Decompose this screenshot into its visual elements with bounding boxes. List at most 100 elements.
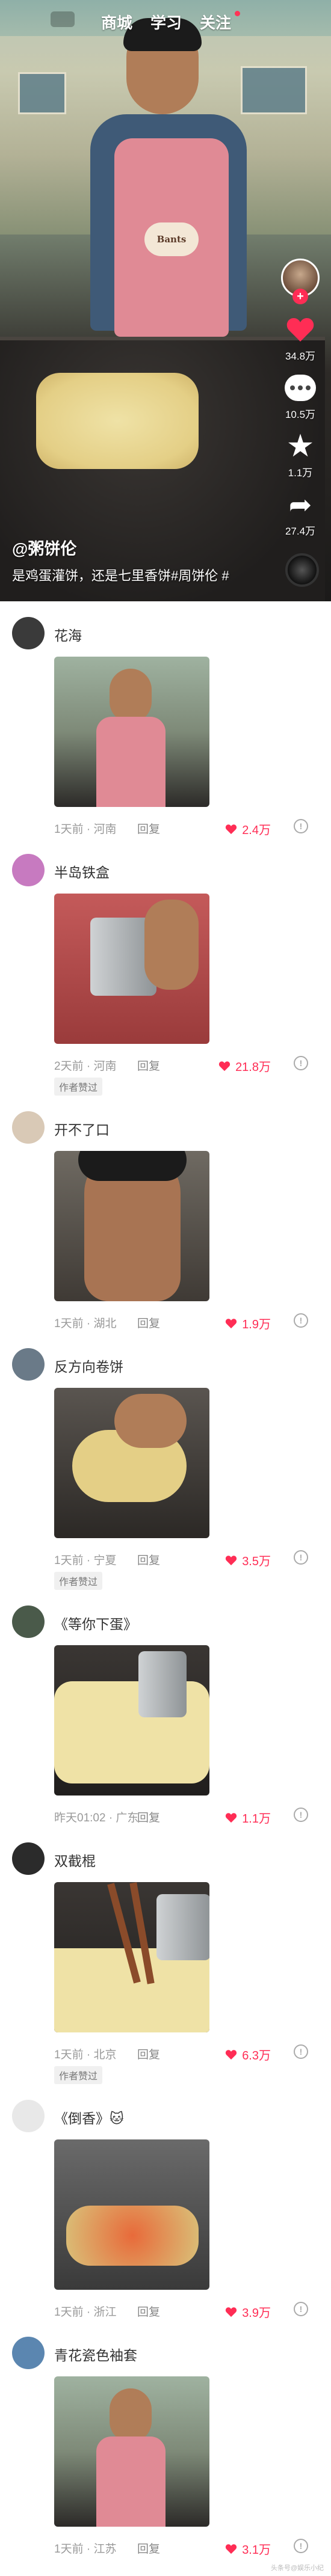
like-action[interactable]: 34.8万 — [274, 313, 326, 363]
commenter-name[interactable]: 花海 — [54, 624, 319, 645]
dislike-icon[interactable]: ! — [294, 819, 308, 833]
heart-icon[interactable] — [286, 316, 315, 343]
comment-like-button[interactable]: 1.9万 — [225, 1314, 271, 1332]
commenter-avatar[interactable] — [12, 1605, 45, 1638]
top-navigation: 商城 学习 关注 — [0, 7, 331, 33]
follow-plus-icon[interactable]: + — [292, 289, 308, 304]
comment-item[interactable]: 反方向卷饼 1天前 · 宁夏 回复 3.5万! 作者赞过 — [0, 1339, 331, 1596]
comment-meta: 1天前 · 湖北 回复 1.9万! — [54, 1308, 319, 1332]
comment-like-button[interactable]: 3.1万 — [225, 2540, 271, 2557]
heart-icon[interactable] — [225, 2544, 237, 2554]
comment-time-location: 1天前 · 江苏 — [54, 2543, 117, 2556]
comment-time-location: 昨天01:02 · 广东 — [54, 1812, 139, 1824]
share-action[interactable]: ➦ 27.4万 — [274, 488, 326, 538]
heart-icon[interactable] — [225, 2049, 237, 2060]
tab-mall[interactable]: 商城 — [101, 11, 132, 33]
comment-image[interactable] — [54, 894, 209, 1044]
comment-item[interactable]: 开不了口 1天前 · 湖北 回复 1.9万! — [0, 1102, 331, 1339]
comment-like-button[interactable]: 21.8万 — [218, 1057, 271, 1075]
reply-button[interactable]: 回复 — [137, 2303, 160, 2319]
reply-button[interactable]: 回复 — [137, 1314, 160, 1331]
heart-icon[interactable] — [225, 1555, 237, 1566]
commenter-name[interactable]: 反方向卷饼 — [54, 1355, 319, 1376]
star-icon[interactable]: ★ — [286, 431, 315, 462]
dislike-icon[interactable]: ! — [294, 2302, 308, 2316]
heart-icon[interactable] — [218, 1061, 230, 1072]
comment-image[interactable] — [54, 1882, 209, 2032]
commenter-avatar[interactable] — [12, 2100, 45, 2132]
video-description[interactable]: 是鸡蛋灌饼，还是七里香饼#周饼伦 # — [12, 565, 265, 584]
comment-action[interactable]: 10.5万 — [274, 371, 326, 421]
comment-like-count: 3.9万 — [242, 2307, 271, 2320]
heart-icon[interactable] — [225, 1812, 237, 1823]
like-count: 34.8万 — [285, 351, 316, 362]
comment-item[interactable]: 花海 1天前 · 河南 回复 2.4万! — [0, 607, 331, 844]
comment-icon[interactable] — [285, 375, 316, 401]
comment-item[interactable]: 双截棍 1天前 · 北京 回复 6.3万! 作者赞过 — [0, 1833, 331, 2090]
dislike-icon[interactable]: ! — [294, 1808, 308, 1822]
comment-like-count: 6.3万 — [242, 2049, 271, 2062]
reply-button[interactable]: 回复 — [137, 1057, 160, 1073]
commenter-avatar[interactable] — [12, 617, 45, 649]
reply-button[interactable]: 回复 — [137, 2046, 160, 2062]
share-count: 27.4万 — [285, 526, 316, 537]
background-window — [241, 66, 307, 114]
commenter-name[interactable]: 《倒香》🐱 — [54, 2107, 319, 2127]
reply-button[interactable]: 回复 — [137, 2540, 160, 2556]
comment-item[interactable]: 半岛铁盒 2天前 · 河南 回复 21.8万! 作者赞过 — [0, 844, 331, 1102]
comment-meta: 1天前 · 宁夏 回复 3.5万! — [54, 1545, 319, 1569]
comment-meta: 1天前 · 河南 回复 2.4万! — [54, 814, 319, 838]
commenter-avatar[interactable] — [12, 2337, 45, 2369]
comment-like-button[interactable]: 6.3万 — [225, 2046, 271, 2063]
dislike-icon[interactable]: ! — [294, 1550, 308, 1565]
search-icon[interactable] — [51, 11, 75, 27]
dislike-icon[interactable]: ! — [294, 1056, 308, 1070]
comment-time-location: 1天前 · 宁夏 — [54, 1554, 117, 1567]
heart-icon[interactable] — [225, 824, 237, 835]
comment-image[interactable] — [54, 2376, 209, 2527]
heart-icon[interactable] — [225, 1318, 237, 1329]
comment-image[interactable] — [54, 1151, 209, 1301]
dislike-icon[interactable]: ! — [294, 2044, 308, 2059]
comment-image[interactable] — [54, 1645, 209, 1796]
commenter-avatar[interactable] — [12, 854, 45, 886]
comment-item[interactable]: 《等你下蛋》昨天01:02 · 广东 回复 1.1万! — [0, 1596, 331, 1833]
reply-button[interactable]: 回复 — [137, 1809, 160, 1825]
favorite-action[interactable]: ★ 1.1万 — [274, 429, 326, 479]
reply-button[interactable]: 回复 — [137, 1551, 160, 1568]
tab-follow[interactable]: 关注 — [200, 11, 231, 33]
comment-like-count: 3.1万 — [242, 2544, 271, 2557]
comment-item[interactable]: 《倒香》🐱 1天前 · 浙江 回复 3.9万! — [0, 2090, 331, 2327]
commenter-name[interactable]: 半岛铁盒 — [54, 861, 319, 882]
comment-like-count: 21.8万 — [235, 1061, 271, 1074]
dislike-icon[interactable]: ! — [294, 1313, 308, 1328]
commenter-name[interactable]: 《等你下蛋》 — [54, 1613, 319, 1633]
comment-like-button[interactable]: 1.1万 — [225, 1809, 271, 1826]
comment-image[interactable] — [54, 2139, 209, 2290]
commenter-avatar[interactable] — [12, 1111, 45, 1144]
dislike-icon[interactable]: ! — [294, 2539, 308, 2553]
commenter-name[interactable]: 青花瓷色袖套 — [54, 2344, 319, 2364]
comment-like-button[interactable]: 3.5万 — [225, 1551, 271, 1569]
comment-meta: 1天前 · 北京 回复 6.3万! — [54, 2040, 319, 2064]
author-liked-badge: 作者赞过 — [54, 1572, 103, 1590]
commenter-avatar[interactable] — [12, 1348, 45, 1381]
comment-like-button[interactable]: 3.9万 — [225, 2303, 271, 2320]
comment-like-button[interactable]: 2.4万 — [225, 820, 271, 838]
video-player[interactable]: Bants 商城 学习 关注 + 34.8万 10.5万 ★ 1.1万 ➦ 27… — [0, 0, 331, 601]
comment-like-count: 3.5万 — [242, 1555, 271, 1568]
commenter-name[interactable]: 开不了口 — [54, 1118, 319, 1139]
comment-time-location: 1天前 · 北京 — [54, 2049, 117, 2061]
tab-study[interactable]: 学习 — [150, 11, 182, 33]
share-icon[interactable]: ➦ — [289, 489, 312, 520]
author-handle[interactable]: @粥饼伦 — [12, 536, 265, 559]
commenter-avatar[interactable] — [12, 1842, 45, 1875]
heart-icon[interactable] — [225, 2307, 237, 2317]
comment-image[interactable] — [54, 1388, 209, 1538]
music-disc-icon[interactable] — [285, 553, 319, 587]
commenter-name[interactable]: 双截棍 — [54, 1850, 319, 1870]
comment-meta: 2天前 · 河南 回复 21.8万! — [54, 1051, 319, 1075]
comment-image[interactable] — [54, 657, 209, 807]
comment-item[interactable]: 青花瓷色袖套 1天前 · 江苏 回复 3.1万! — [0, 2327, 331, 2564]
reply-button[interactable]: 回复 — [137, 820, 160, 836]
